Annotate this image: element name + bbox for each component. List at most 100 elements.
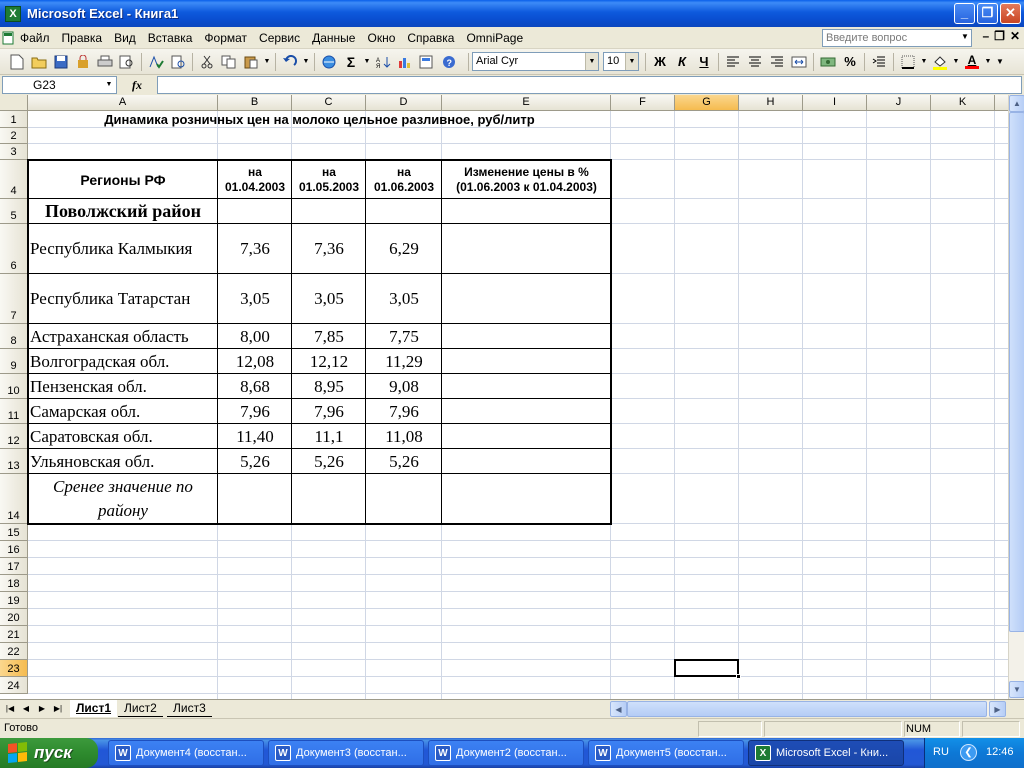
- row-header-7[interactable]: 7: [0, 274, 28, 324]
- tray-expand-icon[interactable]: ❮: [960, 744, 977, 761]
- font-color-dropdown-icon[interactable]: ▼: [983, 51, 993, 73]
- row-header-23[interactable]: 23: [0, 660, 28, 677]
- fill-color-icon[interactable]: [929, 51, 951, 73]
- italic-button[interactable]: К: [671, 51, 693, 73]
- undo-dropdown-icon[interactable]: ▼: [301, 51, 311, 73]
- menu-item-9[interactable]: OmniPage: [460, 28, 529, 48]
- column-header-d[interactable]: D: [366, 95, 442, 111]
- bold-button[interactable]: Ж: [649, 51, 671, 73]
- sheet-tab-2[interactable]: Лист2: [118, 700, 163, 717]
- sort-ascending-icon[interactable]: AЯ: [372, 51, 394, 73]
- row-header-6[interactable]: 6: [0, 224, 28, 274]
- row-header-16[interactable]: 16: [0, 541, 28, 558]
- row-header-14[interactable]: 14: [0, 474, 28, 524]
- hyperlink-icon[interactable]: [318, 51, 340, 73]
- menu-item-4[interactable]: Формат: [198, 28, 253, 48]
- taskbar-button-0[interactable]: W Документ4 (восстан...: [108, 740, 264, 766]
- row-header-20[interactable]: 20: [0, 609, 28, 626]
- permission-icon[interactable]: [72, 51, 94, 73]
- menu-item-6[interactable]: Данные: [306, 28, 361, 48]
- borders-icon[interactable]: [897, 51, 919, 73]
- column-header-b[interactable]: B: [218, 95, 292, 111]
- worksheet-grid[interactable]: A B C D E F G H I J K 1 2 3 4 5 6 7 8 9 10 11 12 13 14 15 16 17 18 19…: [0, 95, 1008, 699]
- select-all-corner[interactable]: [0, 95, 28, 111]
- taskbar-button-2[interactable]: W Документ2 (восстан...: [428, 740, 584, 766]
- row-header-18[interactable]: 18: [0, 575, 28, 592]
- undo-icon[interactable]: [279, 51, 301, 73]
- scroll-up-icon[interactable]: ▲: [1009, 95, 1024, 112]
- row-header-3[interactable]: 3: [0, 144, 28, 160]
- sheet-tab-1[interactable]: Лист1: [70, 700, 118, 717]
- menu-item-5[interactable]: Сервис: [253, 28, 306, 48]
- autosum-icon[interactable]: Σ: [340, 51, 362, 73]
- row-header-24[interactable]: 24: [0, 677, 28, 694]
- start-button[interactable]: пуск: [0, 738, 98, 768]
- taskbar-button-1[interactable]: W Документ3 (восстан...: [268, 740, 424, 766]
- menu-item-1[interactable]: Правка: [56, 28, 109, 48]
- selected-cell[interactable]: [674, 659, 739, 677]
- restore-button[interactable]: ❐: [977, 3, 998, 24]
- font-name-select[interactable]: Arial Cyr ▼: [472, 52, 599, 71]
- underline-button[interactable]: Ч: [693, 51, 715, 73]
- mdi-close-button[interactable]: ✕: [1010, 29, 1020, 43]
- zoom-icon[interactable]: [416, 51, 438, 73]
- row-header-5[interactable]: 5: [0, 199, 28, 224]
- column-header-i[interactable]: I: [803, 95, 867, 111]
- horizontal-scroll-thumb[interactable]: [627, 701, 987, 717]
- print-icon[interactable]: [94, 51, 116, 73]
- column-header-a[interactable]: A: [28, 95, 218, 111]
- taskbar-button-3[interactable]: W Документ5 (восстан...: [588, 740, 744, 766]
- row-header-11[interactable]: 11: [0, 399, 28, 424]
- scroll-right-icon[interactable]: ▶: [989, 701, 1006, 717]
- workbook-menu-icon[interactable]: [2, 29, 14, 47]
- sheet-tab-3[interactable]: Лист3: [167, 700, 212, 717]
- print-preview-icon[interactable]: [116, 51, 138, 73]
- column-header-g[interactable]: G: [675, 95, 739, 111]
- font-name-dropdown-icon[interactable]: ▼: [585, 53, 598, 70]
- cut-icon[interactable]: [196, 51, 218, 73]
- menu-item-8[interactable]: Справка: [401, 28, 460, 48]
- help-icon[interactable]: ?: [438, 51, 460, 73]
- excel-app-icon[interactable]: X: [5, 5, 21, 22]
- currency-style-icon[interactable]: [817, 51, 839, 73]
- help-search-input[interactable]: Введите вопрос: [822, 29, 972, 47]
- column-header-partial[interactable]: [995, 95, 1008, 111]
- row-header-10[interactable]: 10: [0, 374, 28, 399]
- row-header-15[interactable]: 15: [0, 524, 28, 541]
- align-left-icon[interactable]: [722, 51, 744, 73]
- column-header-e[interactable]: E: [442, 95, 611, 111]
- name-box[interactable]: G23 ▼: [2, 76, 117, 94]
- taskbar-button-4[interactable]: X Microsoft Excel - Кни...: [748, 740, 904, 766]
- spelling-icon[interactable]: [145, 51, 167, 73]
- column-header-h[interactable]: H: [739, 95, 803, 111]
- align-center-icon[interactable]: [744, 51, 766, 73]
- vertical-scroll-thumb[interactable]: [1009, 112, 1024, 632]
- menu-item-7[interactable]: Окно: [361, 28, 401, 48]
- close-button[interactable]: ✕: [1000, 3, 1021, 24]
- paste-dropdown-icon[interactable]: ▼: [262, 51, 272, 73]
- row-header-9[interactable]: 9: [0, 349, 28, 374]
- row-header-12[interactable]: 12: [0, 424, 28, 449]
- vertical-scrollbar[interactable]: ▲ ▼: [1008, 95, 1024, 699]
- minimize-button[interactable]: _: [954, 3, 975, 24]
- merge-center-icon[interactable]: [788, 51, 810, 73]
- language-indicator[interactable]: RU: [933, 746, 949, 758]
- row-header-2[interactable]: 2: [0, 128, 28, 144]
- save-icon[interactable]: [50, 51, 72, 73]
- column-header-c[interactable]: C: [292, 95, 366, 111]
- row-header-22[interactable]: 22: [0, 643, 28, 660]
- borders-dropdown-icon[interactable]: ▼: [919, 51, 929, 73]
- font-size-dropdown-icon[interactable]: ▼: [625, 53, 638, 70]
- menu-item-2[interactable]: Вид: [108, 28, 142, 48]
- research-icon[interactable]: [167, 51, 189, 73]
- prev-sheet-icon[interactable]: ◀: [20, 702, 32, 716]
- row-header-4[interactable]: 4: [0, 160, 28, 199]
- column-header-j[interactable]: J: [867, 95, 931, 111]
- percent-style-button[interactable]: %: [839, 51, 861, 73]
- font-color-icon[interactable]: A: [961, 51, 983, 73]
- scroll-left-icon[interactable]: ◀: [610, 701, 627, 717]
- menu-item-0[interactable]: Файл: [14, 28, 56, 48]
- menu-item-3[interactable]: Вставка: [142, 28, 199, 48]
- mdi-minimize-button[interactable]: –: [982, 29, 989, 43]
- row-header-17[interactable]: 17: [0, 558, 28, 575]
